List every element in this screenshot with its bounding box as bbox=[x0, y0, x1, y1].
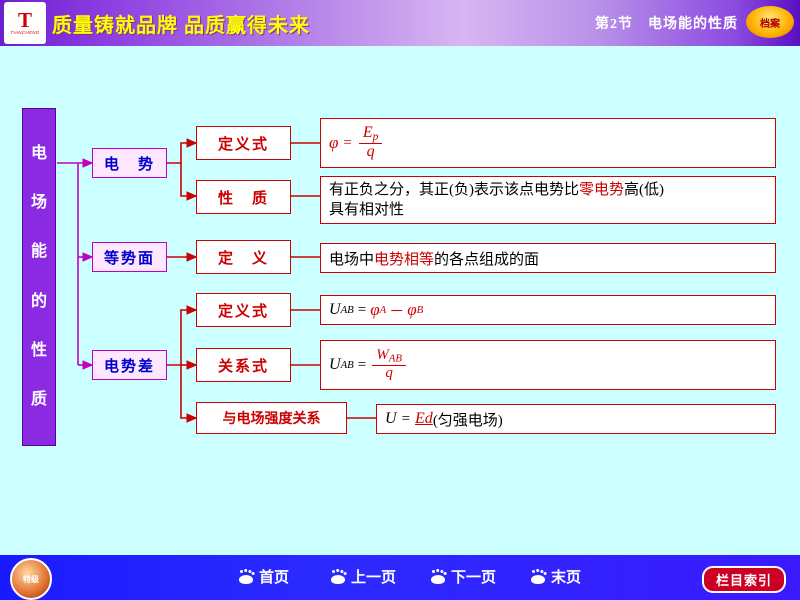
page-header: T TIANCHENG 质量铸就品牌 品质赢得未来 第2节 电场能的性质 档案 bbox=[0, 0, 800, 46]
nav-last-label: 末页 bbox=[551, 570, 582, 586]
page-title: 电 场 能 的 性 质 bbox=[22, 108, 56, 446]
nav-prev[interactable]: 上一页 bbox=[330, 566, 396, 587]
formula-ed-rhs: Ed bbox=[415, 410, 433, 427]
paw-icon bbox=[430, 569, 446, 584]
formula-uab-w-denominator: q bbox=[385, 365, 393, 382]
footer-logo-icon: 特级 bbox=[10, 558, 52, 600]
nav-home-label: 首页 bbox=[259, 570, 290, 586]
index-button[interactable]: 栏目索引 bbox=[701, 566, 786, 593]
page-title-c3: 的 bbox=[30, 292, 47, 310]
nav-next[interactable]: 下一页 bbox=[430, 566, 496, 587]
page-title-c0: 电 bbox=[30, 145, 47, 163]
node-dianshicha[interactable]: 电势差 bbox=[92, 350, 167, 380]
node-dianshi-dingyishi[interactable]: 定义式 bbox=[196, 126, 291, 160]
brand-logo: T TIANCHENG bbox=[4, 2, 46, 44]
page-title-c2: 能 bbox=[30, 243, 47, 261]
header-badge-icon: 档案 bbox=[746, 6, 794, 38]
formula-uab-phi-eq: = bbox=[357, 301, 367, 318]
formula-uab-w-numerator: WAB bbox=[372, 347, 406, 367]
formula-ed-note: (匀强电场) bbox=[432, 412, 503, 429]
content-formula-uab-w: U AB = WAB q bbox=[320, 340, 776, 390]
dengshimian-text-b: 电势相等 bbox=[374, 251, 435, 268]
node-dianshi-xingzhi[interactable]: 性 质 bbox=[196, 180, 291, 214]
node-dianshicha-dingyishi[interactable]: 定义式 bbox=[196, 293, 291, 327]
paw-icon bbox=[330, 569, 346, 584]
content-formula-phi: φ = Ep q bbox=[320, 118, 776, 168]
formula-uab-phi-rhs-a: φ bbox=[370, 300, 380, 319]
node-dengshimian-dingyi[interactable]: 定 义 bbox=[196, 240, 291, 274]
header-slogan: 质量铸就品牌 品质赢得未来 bbox=[52, 15, 310, 37]
brand-logo-subtext: TIANCHENG bbox=[10, 30, 40, 35]
node-dianshi[interactable]: 电 势 bbox=[92, 148, 167, 178]
nav-next-label: 下一页 bbox=[451, 570, 497, 586]
formula-uab-phi-lhs: U bbox=[329, 301, 341, 318]
paw-icon bbox=[238, 569, 254, 584]
node-dianshicha-guanxishi[interactable]: 关系式 bbox=[196, 348, 291, 382]
dengshimian-text-c: 的各点组成的面 bbox=[434, 251, 540, 268]
formula-phi-fraction: Ep q bbox=[358, 124, 383, 161]
header-section-title: 第2节 电场能的性质 bbox=[595, 17, 738, 32]
page-title-c1: 场 bbox=[30, 194, 47, 212]
page-footer: 特级 首页 上一页 下一页 末页 栏目索引 bbox=[0, 555, 800, 600]
formula-uab-w-fraction: WAB q bbox=[372, 347, 406, 382]
xingzhi-line1-c: 高(低) bbox=[624, 181, 665, 198]
formula-ed-lhs: U bbox=[385, 410, 397, 427]
content-text-dengshimian: 电场中 电势相等 的各点组成的面 bbox=[320, 243, 776, 273]
page-title-c5: 质 bbox=[30, 390, 47, 408]
formula-uab-phi-rhs-b: φ bbox=[407, 300, 417, 319]
xingzhi-line-2: 具有相对性 bbox=[329, 202, 405, 218]
content-text-xingzhi: 有正负之分，其正(负)表示该点电势比零电势高(低) 具有相对性 bbox=[320, 176, 776, 224]
paw-icon bbox=[530, 569, 546, 584]
formula-uab-phi-rhs-a-sub: A bbox=[379, 304, 387, 316]
nav-prev-label: 上一页 bbox=[351, 570, 397, 586]
formula-phi-lhs: φ bbox=[329, 133, 339, 152]
content-formula-uab-phi: U AB = φA － φB bbox=[320, 295, 776, 325]
xingzhi-line1-a: 有正负之分，其正(负)表示该点电势比 bbox=[329, 181, 579, 198]
formula-uab-w-eq: = bbox=[357, 356, 367, 373]
brand-logo-mark: T bbox=[17, 8, 32, 32]
nav-home[interactable]: 首页 bbox=[238, 566, 289, 587]
formula-phi-numerator: Ep bbox=[358, 124, 383, 145]
node-dianshicha-yudianchangqiangdu[interactable]: 与电场强度关系 bbox=[196, 402, 347, 434]
formula-phi-denominator: q bbox=[366, 143, 375, 161]
formula-phi-eq: = bbox=[343, 134, 352, 151]
formula-ed-eq: = bbox=[401, 410, 411, 427]
xingzhi-line1-b: 零电势 bbox=[579, 181, 625, 198]
page-title-c4: 性 bbox=[30, 341, 47, 359]
content-formula-ed: U = Ed (匀强电场) bbox=[376, 404, 776, 434]
formula-uab-w-lhs-sub: AB bbox=[340, 359, 354, 371]
nav-last[interactable]: 末页 bbox=[530, 566, 581, 587]
formula-uab-w-lhs: U bbox=[329, 356, 341, 373]
node-dengshimian[interactable]: 等势面 bbox=[92, 242, 167, 272]
xingzhi-line-1: 有正负之分，其正(负)表示该点电势比零电势高(低) bbox=[329, 180, 664, 200]
formula-uab-phi-minus: － bbox=[389, 303, 405, 320]
dengshimian-text-a: 电场中 bbox=[329, 251, 375, 268]
formula-uab-phi-rhs-b-sub: B bbox=[416, 304, 424, 316]
formula-uab-phi-lhs-sub: AB bbox=[340, 304, 354, 316]
